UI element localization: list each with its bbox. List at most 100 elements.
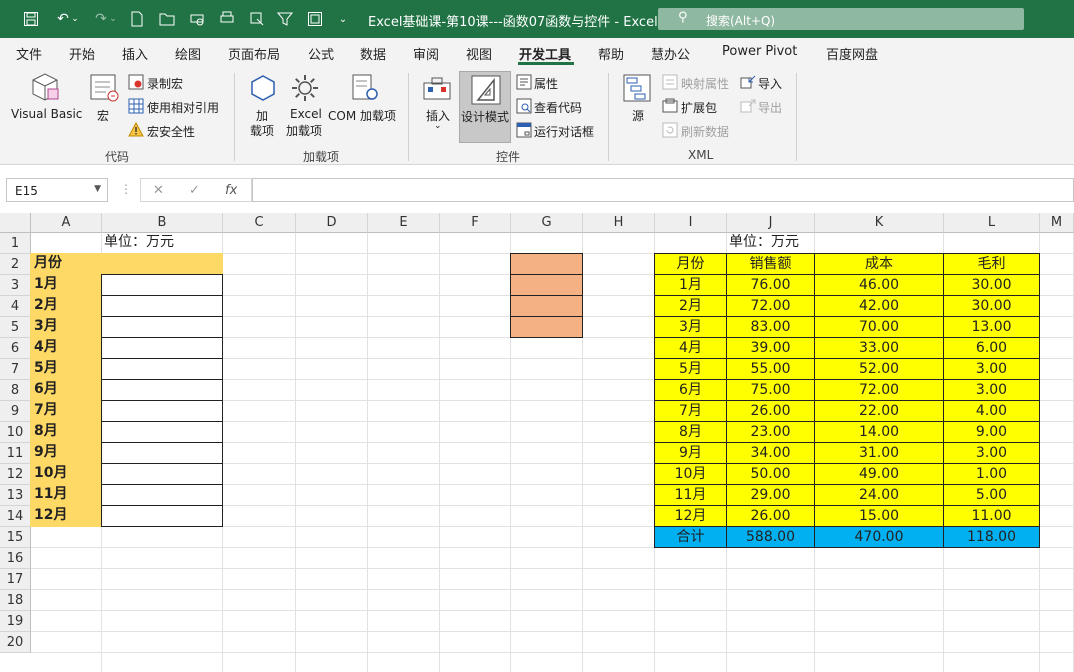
tab-power-pivot[interactable]: Power Pivot [722,44,797,59]
insert-function-icon[interactable]: fx [225,183,237,198]
left-value-cell[interactable] [101,358,223,380]
right-month-cell[interactable]: 12月 [654,505,727,527]
right-value-cell[interactable]: 39.00 [726,337,815,359]
right-value-cell[interactable]: 3.00 [943,358,1040,380]
right-value-cell[interactable]: 55.00 [726,358,815,380]
right-value-cell[interactable]: 3.00 [943,379,1040,401]
left-unit-label[interactable]: 单位：万元 [101,232,223,254]
row-header-6[interactable]: 6 [0,338,31,359]
right-value-cell[interactable]: 26.00 [726,505,815,527]
row-header-3[interactable]: 3 [0,275,31,296]
right-value-cell[interactable]: 26.00 [726,400,815,422]
row-header-12[interactable]: 12 [0,464,31,485]
right-value-cell[interactable]: 46.00 [814,274,944,296]
row-header-9[interactable]: 9 [0,401,31,422]
left-value-cell[interactable] [101,505,223,527]
format-painter-icon[interactable] [244,8,270,30]
right-value-cell[interactable]: 22.00 [814,400,944,422]
left-value-cell[interactable] [101,274,223,296]
left-month-cell[interactable]: 11月 [30,484,102,506]
column-header-a[interactable]: A [31,213,102,233]
column-header-m[interactable]: M [1040,213,1074,233]
left-value-cell[interactable] [101,421,223,443]
tab-data[interactable]: 数据 [360,44,386,63]
column-header-g[interactable]: G [511,213,583,233]
quick-print-icon[interactable] [214,8,240,30]
row-header-4[interactable]: 4 [0,296,31,317]
row-header-13[interactable]: 13 [0,485,31,506]
enter-icon[interactable]: ✓ [189,183,200,198]
right-value-cell[interactable]: 1.00 [943,463,1040,485]
redo-dropdown-icon[interactable]: ⌄ [106,8,120,30]
right-value-cell[interactable]: 23.00 [726,421,815,443]
filter-icon[interactable] [272,8,298,30]
undo-dropdown-icon[interactable]: ⌄ [68,8,82,30]
row-header-14[interactable]: 14 [0,506,31,527]
left-month-cell[interactable]: 1月 [30,274,102,296]
total-value-cell[interactable]: 470.00 [814,526,944,548]
right-value-cell[interactable]: 4.00 [943,400,1040,422]
tab-draw[interactable]: 绘图 [175,44,201,63]
column-header-j[interactable]: J [727,213,815,233]
left-month-cell[interactable]: 12月 [30,505,102,527]
right-value-cell[interactable]: 30.00 [943,274,1040,296]
right-month-cell[interactable]: 11月 [654,484,727,506]
open-folder-icon[interactable] [154,8,180,30]
row-header-2[interactable]: 2 [0,254,31,275]
column-header-i[interactable]: I [655,213,727,233]
search-box[interactable]: ⚲ 搜索(Alt+Q) [658,8,1024,30]
left-month-cell[interactable]: 9月 [30,442,102,464]
right-month-cell[interactable]: 2月 [654,295,727,317]
row-header-20[interactable]: 20 [0,632,31,653]
left-value-cell[interactable] [101,295,223,317]
tab-baidu-netdisk[interactable]: 百度网盘 [826,44,878,63]
row-header-16[interactable]: 16 [0,548,31,569]
right-value-cell[interactable]: 30.00 [943,295,1040,317]
print-preview-icon[interactable] [184,8,210,30]
row-header-15[interactable]: 15 [0,527,31,548]
column-header-l[interactable]: L [944,213,1040,233]
worksheet-grid[interactable]: ABCDEFGHIJKLM 1 2 3 4 5 6 7 8 9 10 11 12 13 14 15 16 17 1… [0,213,1074,672]
left-month-cell[interactable]: 8月 [30,421,102,443]
right-month-cell[interactable]: 7月 [654,400,727,422]
right-header-cell[interactable]: 月份 [654,253,727,275]
right-value-cell[interactable]: 5.00 [943,484,1040,506]
right-month-cell[interactable]: 3月 [654,316,727,338]
right-value-cell[interactable]: 42.00 [814,295,944,317]
tab-insert[interactable]: 插入 [122,44,148,63]
total-value-cell[interactable]: 588.00 [726,526,815,548]
left-month-cell[interactable]: 6月 [30,379,102,401]
right-value-cell[interactable]: 9.00 [943,421,1040,443]
left-value-cell[interactable] [101,316,223,338]
left-header-value-cell[interactable] [101,253,223,275]
highlight-cell[interactable] [510,316,583,338]
tab-help[interactable]: 帮助 [598,44,624,63]
left-month-cell[interactable]: 3月 [30,316,102,338]
left-month-cell[interactable]: 4月 [30,337,102,359]
left-value-cell[interactable] [101,400,223,422]
total-label-cell[interactable]: 合计 [654,526,727,548]
right-month-cell[interactable]: 4月 [654,337,727,359]
right-value-cell[interactable]: 49.00 [814,463,944,485]
left-value-cell[interactable] [101,379,223,401]
right-value-cell[interactable]: 72.00 [726,295,815,317]
left-month-cell[interactable]: 10月 [30,463,102,485]
highlight-cell[interactable] [510,253,583,275]
form-icon[interactable] [302,8,328,30]
row-header-7[interactable]: 7 [0,359,31,380]
tab-page-layout[interactable]: 页面布局 [228,44,280,63]
left-month-cell[interactable]: 7月 [30,400,102,422]
name-box[interactable]: E15 ▼ [6,178,108,202]
tab-review[interactable]: 审阅 [413,44,439,63]
right-value-cell[interactable]: 14.00 [814,421,944,443]
right-value-cell[interactable]: 13.00 [943,316,1040,338]
right-value-cell[interactable]: 3.00 [943,442,1040,464]
right-value-cell[interactable]: 24.00 [814,484,944,506]
tab-developer[interactable]: 开发工具 [519,44,571,63]
left-month-cell[interactable]: 2月 [30,295,102,317]
column-header-e[interactable]: E [368,213,440,233]
left-value-cell[interactable] [101,442,223,464]
total-value-cell[interactable]: 118.00 [943,526,1040,548]
tab-view[interactable]: 视图 [466,44,492,63]
column-header-k[interactable]: K [815,213,944,233]
